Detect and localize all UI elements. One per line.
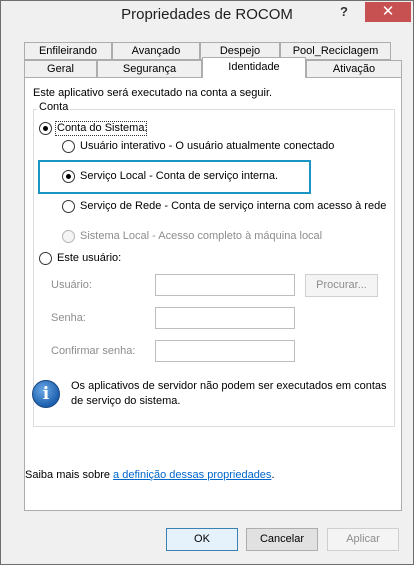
- password-field[interactable]: [155, 307, 295, 329]
- info-icon: i: [32, 380, 60, 408]
- tab-enfileirando[interactable]: Enfileirando: [24, 42, 112, 60]
- tab-identidade[interactable]: Identidade: [202, 57, 306, 78]
- help-button[interactable]: ?: [327, 2, 361, 22]
- system-account-label[interactable]: Conta do Sistema:: [57, 122, 148, 134]
- tab-label: Pool_Reciclagem: [292, 45, 379, 57]
- info-text-line1: Os aplicativos de servidor não podem ser…: [71, 380, 387, 392]
- browse-button[interactable]: Procurar...: [305, 274, 378, 297]
- tab-seguranca[interactable]: Segurança: [97, 60, 202, 78]
- local-system-radio[interactable]: [62, 230, 75, 243]
- learn-more-link[interactable]: a definição dessas propriedades: [113, 469, 271, 481]
- tab-avancado[interactable]: Avançado: [112, 42, 200, 60]
- ok-button[interactable]: OK: [166, 528, 238, 551]
- tab-ativacao[interactable]: Ativação: [306, 60, 402, 78]
- intro-text: Este aplicativo será executado na conta …: [33, 87, 273, 99]
- local-system-label: Sistema Local - Acesso completo à máquin…: [80, 230, 323, 242]
- info-text-line2: de serviço do sistema.: [71, 395, 181, 407]
- tab-label: Ativação: [332, 63, 376, 75]
- learn-more-text: Saiba mais sobre a definição dessas prop…: [25, 469, 275, 481]
- properties-dialog: Propriedades de ROCOM ? ✕ Enfileirando A…: [0, 0, 414, 565]
- apply-button[interactable]: Aplicar: [327, 528, 399, 551]
- confirm-password-label: Confirmar senha:: [51, 345, 136, 357]
- identity-panel: Este aplicativo será executado na conta …: [24, 77, 402, 511]
- title-bar: Propriedades de ROCOM ? ✕: [1, 1, 413, 31]
- tab-label: Identidade: [228, 61, 280, 73]
- tab-label: Despejo: [219, 45, 261, 57]
- group-legend: Conta: [37, 101, 71, 113]
- this-user-label[interactable]: Este usuário:: [57, 252, 121, 264]
- tab-label: Segurança: [122, 63, 177, 75]
- close-button[interactable]: ✕: [365, 2, 411, 22]
- help-icon: ?: [340, 4, 348, 19]
- username-label: Usuário:: [51, 279, 92, 291]
- close-icon: ✕: [381, 3, 395, 20]
- highlight-box: [38, 160, 311, 194]
- interactive-user-label[interactable]: Usuário interativo - O usuário atualment…: [80, 140, 334, 152]
- username-field[interactable]: [155, 274, 295, 296]
- learn-more-suffix: .: [271, 469, 275, 481]
- network-service-radio[interactable]: [62, 200, 75, 213]
- tab-label: Avançado: [131, 45, 181, 57]
- interactive-user-radio[interactable]: [62, 140, 75, 153]
- tab-label: Enfileirando: [38, 45, 98, 57]
- learn-more-prefix: Saiba mais sobre: [25, 469, 114, 481]
- tab-geral[interactable]: Geral: [24, 60, 97, 78]
- cancel-button[interactable]: Cancelar: [246, 528, 318, 551]
- confirm-password-field[interactable]: [155, 340, 295, 362]
- system-account-radio[interactable]: [39, 122, 52, 135]
- tab-label: Geral: [47, 63, 74, 75]
- network-service-label[interactable]: Serviço de Rede - Conta de serviço inter…: [80, 200, 386, 212]
- this-user-radio[interactable]: [39, 252, 52, 265]
- password-label: Senha:: [51, 312, 86, 324]
